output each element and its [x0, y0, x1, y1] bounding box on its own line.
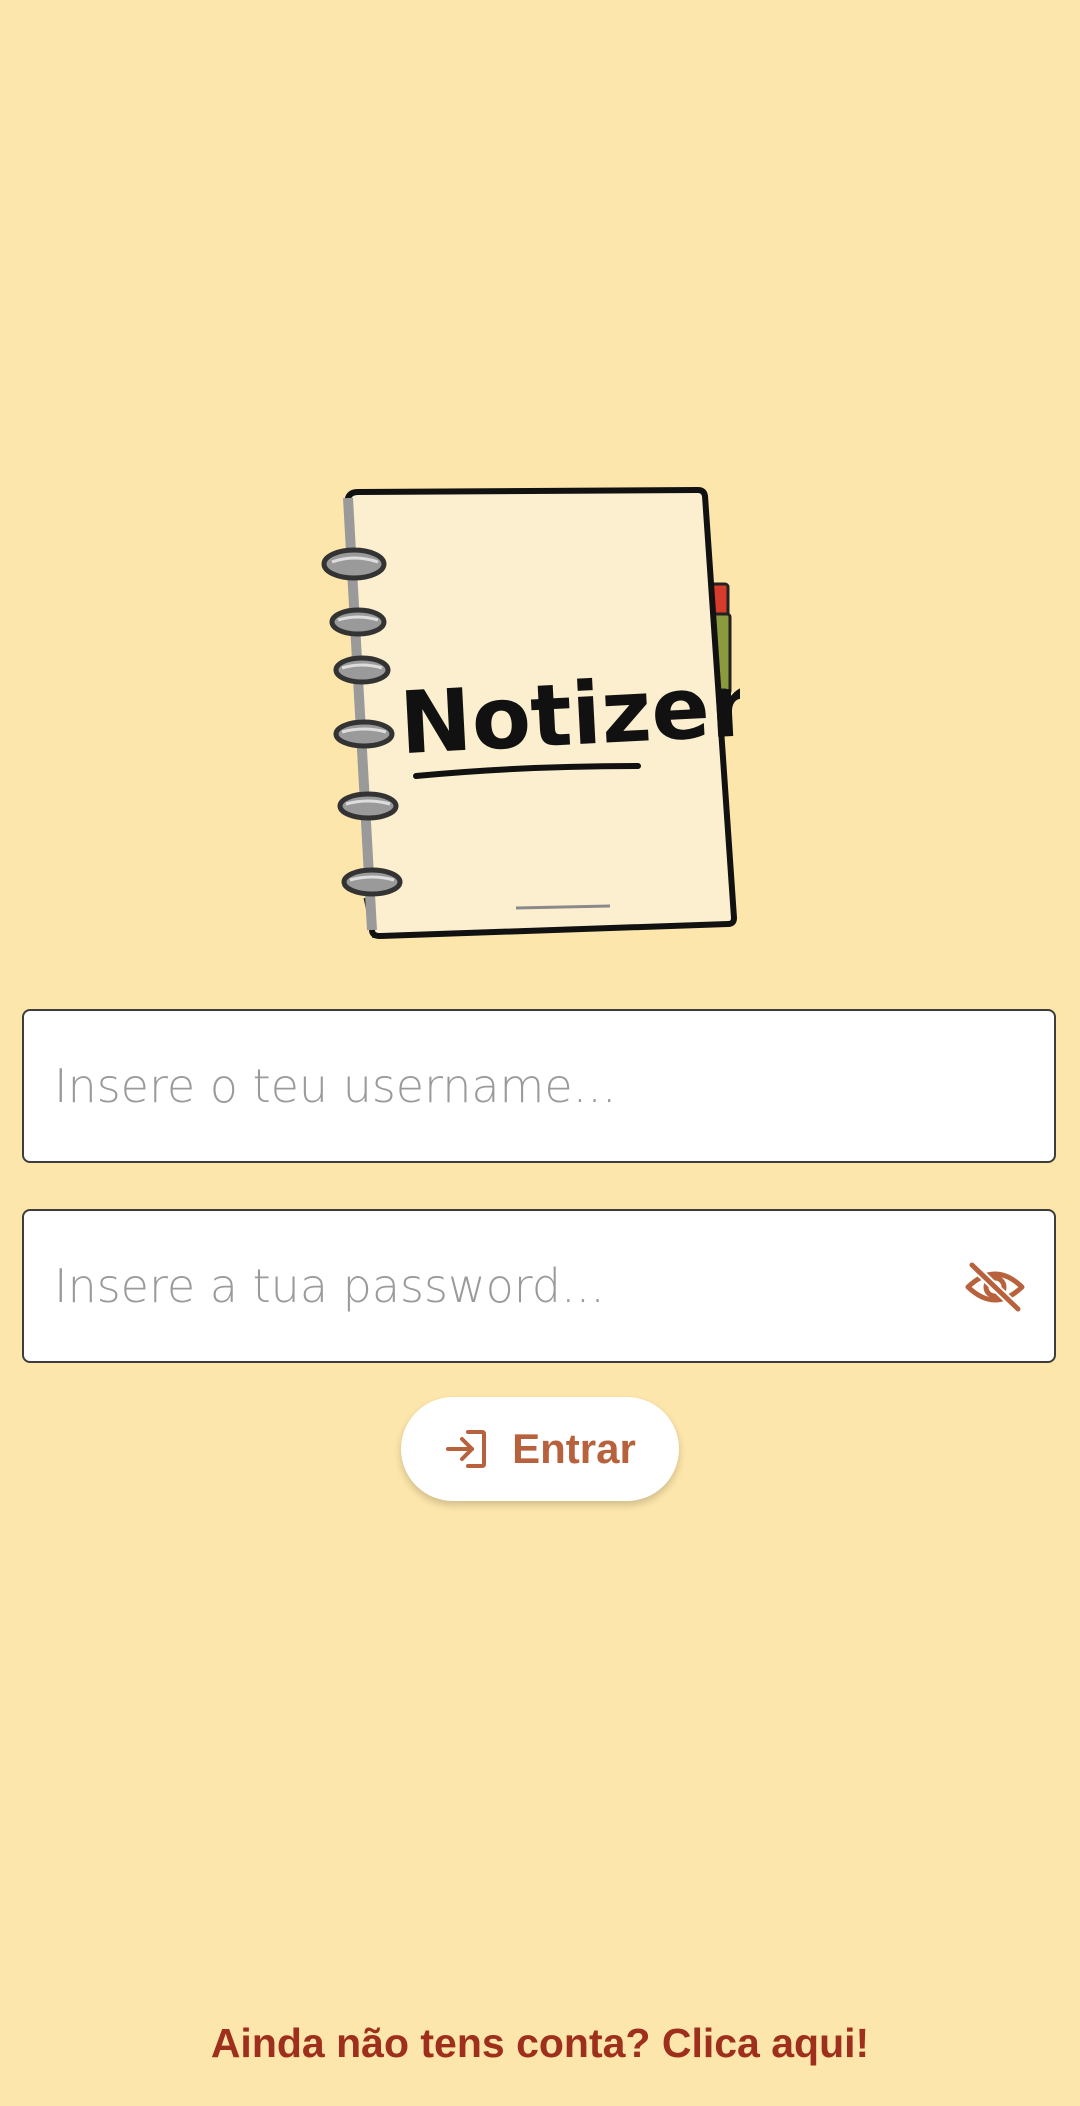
password-input[interactable]: [54, 1211, 934, 1361]
eye-off-icon[interactable]: [964, 1259, 1026, 1315]
username-input[interactable]: [54, 1011, 934, 1161]
login-button-label: Entrar: [512, 1425, 636, 1472]
notizen-logo: Notizen: [320, 484, 773, 970]
logo-title: Notizen: [397, 655, 740, 774]
password-field[interactable]: [22, 1209, 1056, 1363]
login-button[interactable]: Entrar: [401, 1397, 679, 1501]
login-icon: [446, 1430, 487, 1468]
username-field[interactable]: [22, 1009, 1056, 1163]
signup-link[interactable]: Ainda não tens conta? Clica aqui!: [0, 2020, 1080, 2067]
